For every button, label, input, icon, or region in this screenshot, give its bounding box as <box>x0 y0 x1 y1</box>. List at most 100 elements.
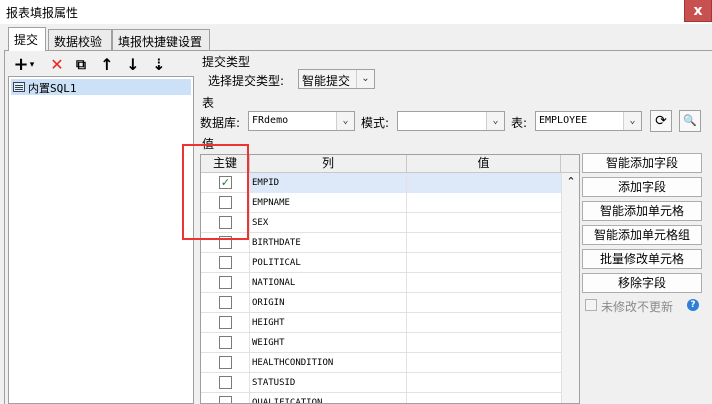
smart-add-cell-group-button[interactable]: 智能添加单元格组 <box>582 225 702 245</box>
mode-select[interactable]: ⌄ <box>397 111 505 131</box>
preview-icon[interactable]: 🔍 <box>679 110 701 132</box>
chevron-down-icon: ⌄ <box>623 112 641 130</box>
table-row[interactable]: SEX <box>201 213 561 233</box>
column-cell[interactable]: POLITICAL <box>250 253 407 273</box>
column-cell[interactable]: HEIGHT <box>250 313 407 333</box>
chevron-down-icon: ⌄ <box>336 112 354 130</box>
column-cell[interactable]: ORIGIN <box>250 293 407 313</box>
add-field-button[interactable]: 添加字段 <box>582 177 702 197</box>
left-toolbar: + ▾ ✕ ⧉ ↑ ↓ ⇣ <box>8 54 194 76</box>
primary-key-checkbox[interactable] <box>219 336 232 349</box>
batch-modify-cell-button[interactable]: 批量修改单元格 <box>582 249 702 269</box>
table-row[interactable]: BIRTHDATE <box>201 233 561 253</box>
value-cell[interactable] <box>407 173 561 193</box>
table-section-label: 表 <box>202 96 215 110</box>
tab-submit[interactable]: 提交 <box>8 27 46 51</box>
table-row[interactable]: HEIGHT <box>201 313 561 333</box>
add-dropdown-icon[interactable]: ▾ <box>26 54 38 76</box>
table-row[interactable]: EMPNAME <box>201 193 561 213</box>
value-cell[interactable] <box>407 213 561 233</box>
primary-key-checkbox[interactable] <box>219 256 232 269</box>
table-row[interactable]: NATIONAL <box>201 273 561 293</box>
grid-header: 主键 列 值 <box>201 155 579 173</box>
column-cell[interactable]: HEALTHCONDITION <box>250 353 407 373</box>
tab-data-validation[interactable]: 数据校验 <box>48 29 112 51</box>
key-cell <box>201 253 250 273</box>
refresh-icon[interactable]: ⟳ <box>650 110 672 132</box>
primary-key-checkbox[interactable] <box>219 316 232 329</box>
smart-add-field-button[interactable]: 智能添加字段 <box>582 153 702 173</box>
no-update-label: 未修改不更新 <box>601 300 674 314</box>
submit-type-label: 选择提交类型: <box>208 74 285 88</box>
database-label: 数据库: <box>200 116 241 130</box>
help-icon[interactable]: ? <box>687 299 699 311</box>
highlight-box <box>182 144 249 240</box>
title-bar: 报表填报属性 x <box>0 0 712 24</box>
value-cell[interactable] <box>407 233 561 253</box>
key-cell <box>201 293 250 313</box>
scroll-up-icon[interactable]: ⌃ <box>562 175 579 188</box>
column-cell[interactable]: NATIONAL <box>250 273 407 293</box>
table-row[interactable]: STATUSID <box>201 373 561 393</box>
submit-list-panel: 内置SQL1 <box>8 76 194 404</box>
remove-field-button[interactable]: 移除字段 <box>582 273 702 293</box>
database-select[interactable]: FRdemo ⌄ <box>248 111 355 131</box>
primary-key-checkbox[interactable] <box>219 296 232 309</box>
key-cell <box>201 333 250 353</box>
table-value: EMPLOYEE <box>539 115 588 126</box>
value-cell[interactable] <box>407 313 561 333</box>
mode-label: 模式: <box>361 116 390 130</box>
database-value: FRdemo <box>252 115 289 126</box>
field-grid: 主键 列 值 ✓ EMPID EMPNAME SEX BIRTHDATE POLITICA… <box>200 154 580 404</box>
header-value[interactable]: 值 <box>407 155 561 173</box>
value-cell[interactable] <box>407 193 561 213</box>
primary-key-checkbox[interactable] <box>219 356 232 369</box>
move-up-icon[interactable]: ↑ <box>96 54 118 76</box>
value-cell[interactable] <box>407 293 561 313</box>
column-cell[interactable]: SEX <box>250 213 407 233</box>
delete-icon[interactable]: ✕ <box>46 54 68 76</box>
key-cell <box>201 313 250 333</box>
value-cell[interactable] <box>407 333 561 353</box>
table-row[interactable]: POLITICAL <box>201 253 561 273</box>
primary-key-checkbox[interactable] <box>219 376 232 389</box>
value-cell[interactable] <box>407 253 561 273</box>
chevron-down-icon: ⌄ <box>356 70 374 88</box>
submit-type-section-label: 提交类型 <box>202 55 251 69</box>
key-cell <box>201 273 250 293</box>
value-cell[interactable] <box>407 273 561 293</box>
table-icon <box>13 82 25 92</box>
smart-add-cell-button[interactable]: 智能添加单元格 <box>582 201 702 221</box>
window-title: 报表填报属性 <box>6 6 79 20</box>
table-select[interactable]: EMPLOYEE ⌄ <box>535 111 642 131</box>
close-button[interactable]: x <box>684 0 712 22</box>
tab-shortcut-settings[interactable]: 填报快捷键设置 <box>112 29 210 51</box>
column-cell[interactable]: EMPNAME <box>250 193 407 213</box>
no-update-checkbox[interactable] <box>585 299 597 311</box>
table-row[interactable]: QUALIFICATION <box>201 393 561 403</box>
move-down-icon[interactable]: ↓ <box>122 54 144 76</box>
sort-icon[interactable]: ⇣ <box>148 54 170 76</box>
column-cell[interactable]: QUALIFICATION <box>250 393 407 403</box>
primary-key-checkbox[interactable] <box>219 396 232 403</box>
value-cell[interactable] <box>407 393 561 403</box>
tree-item-sql[interactable]: 内置SQL1 <box>11 79 191 95</box>
submit-type-select[interactable]: 智能提交 ⌄ <box>298 69 375 89</box>
value-cell[interactable] <box>407 373 561 393</box>
table-row[interactable]: WEIGHT <box>201 333 561 353</box>
vertical-scrollbar[interactable]: ⌃ <box>561 173 579 403</box>
column-cell[interactable]: WEIGHT <box>250 333 407 353</box>
column-cell[interactable]: STATUSID <box>250 373 407 393</box>
table-row[interactable]: HEALTHCONDITION <box>201 353 561 373</box>
column-cell[interactable]: BIRTHDATE <box>250 233 407 253</box>
primary-key-checkbox[interactable] <box>219 276 232 289</box>
table-row[interactable]: ✓ EMPID <box>201 173 561 193</box>
value-cell[interactable] <box>407 353 561 373</box>
key-cell <box>201 393 250 403</box>
table-row[interactable]: ORIGIN <box>201 293 561 313</box>
header-column[interactable]: 列 <box>250 155 407 173</box>
copy-icon[interactable]: ⧉ <box>70 54 92 76</box>
column-cell[interactable]: EMPID <box>250 173 407 193</box>
tree-item-label: 内置SQL1 <box>28 82 77 95</box>
submit-type-value: 智能提交 <box>302 74 351 88</box>
